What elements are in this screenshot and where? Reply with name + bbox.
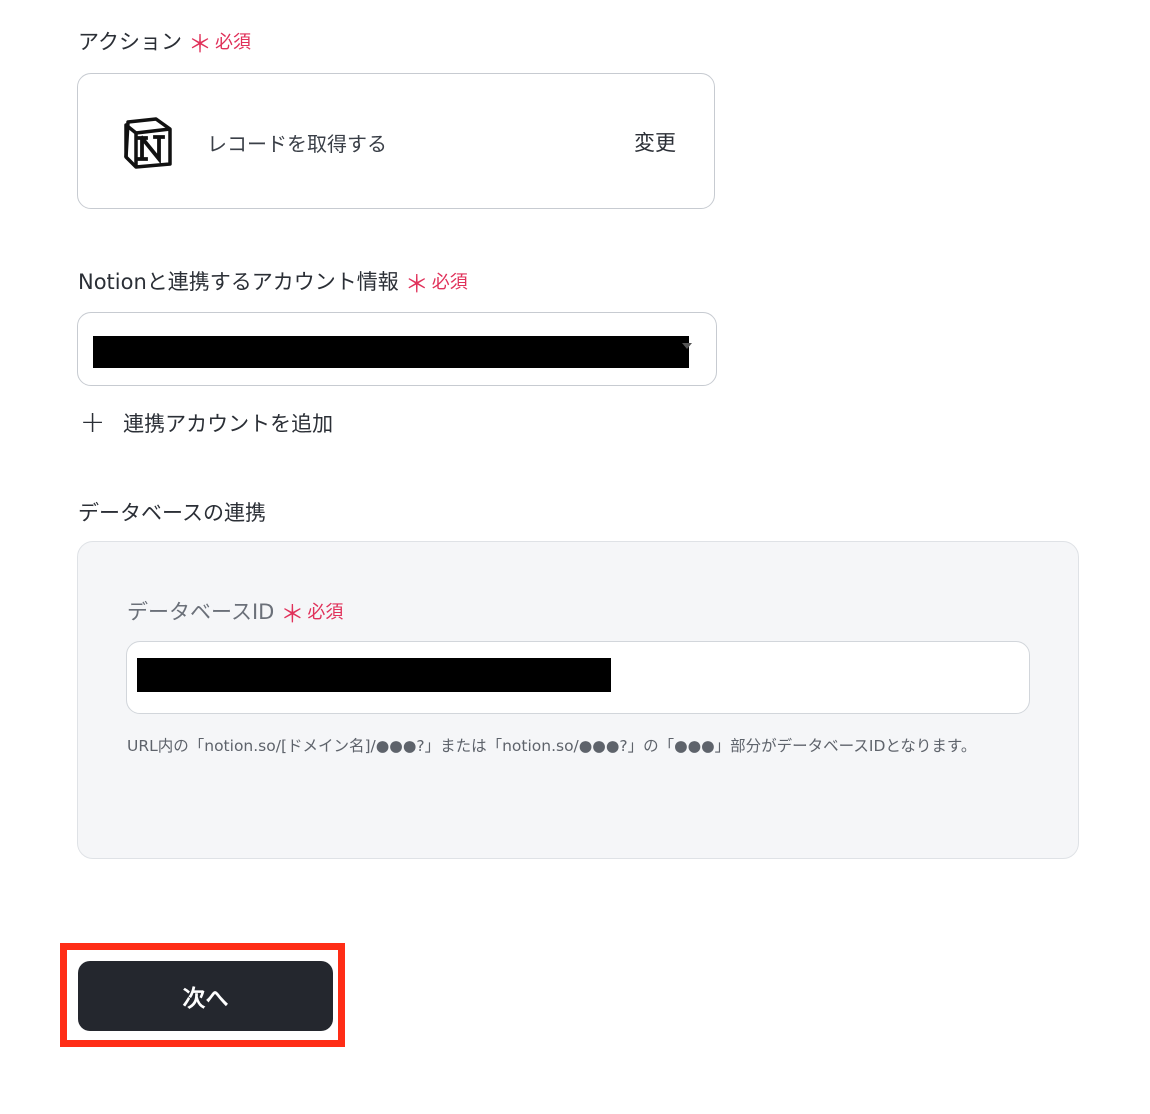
redacted-database-id	[137, 658, 611, 692]
page: アクション ＊ 必須 レコードを取得する 変更 Notionと連携するアカウント…	[0, 0, 1150, 1114]
required-asterisk: ＊	[404, 270, 429, 298]
database-panel: データベースID ＊ 必須 URL内の「notion.so/[ドメイン名]/●●…	[77, 541, 1079, 859]
required-badge: ＊ 必須	[404, 268, 468, 298]
database-id-label-text: データベースID	[127, 600, 275, 624]
next-button[interactable]: 次へ	[78, 961, 333, 1031]
plus-icon: +	[80, 405, 106, 440]
action-label-text: アクション	[78, 30, 182, 54]
database-heading-text: データベースの連携	[78, 501, 266, 525]
required-badge: ＊ 必須	[280, 598, 344, 628]
redacted-account-value	[93, 336, 689, 368]
required-asterisk: ＊	[280, 600, 305, 628]
required-asterisk: ＊	[187, 30, 212, 58]
action-card: レコードを取得する 変更	[77, 73, 715, 209]
database-id-input[interactable]	[126, 641, 1030, 714]
add-account-label: 連携アカウントを追加	[123, 412, 334, 436]
required-text: 必須	[307, 602, 344, 623]
required-badge: ＊ 必須	[187, 28, 251, 58]
account-select[interactable]	[77, 312, 717, 386]
change-action-button[interactable]: 変更	[634, 127, 676, 157]
chevron-down-icon	[682, 343, 692, 349]
action-label: アクション ＊ 必須	[78, 26, 251, 56]
database-id-label: データベースID ＊ 必須	[127, 596, 343, 626]
notion-logo-icon	[124, 117, 172, 169]
account-label: Notionと連携するアカウント情報 ＊ 必須	[78, 266, 468, 296]
add-account-button[interactable]: + 連携アカウントを追加	[80, 408, 333, 438]
required-text: 必須	[214, 32, 251, 53]
action-name: レコードを取得する	[207, 132, 387, 156]
database-id-help-text: URL内の「notion.so/[ドメイン名]/●●●?」または「notion.…	[127, 737, 977, 755]
required-text: 必須	[431, 272, 468, 293]
database-heading: データベースの連携	[78, 497, 266, 527]
account-label-text: Notionと連携するアカウント情報	[78, 270, 399, 294]
